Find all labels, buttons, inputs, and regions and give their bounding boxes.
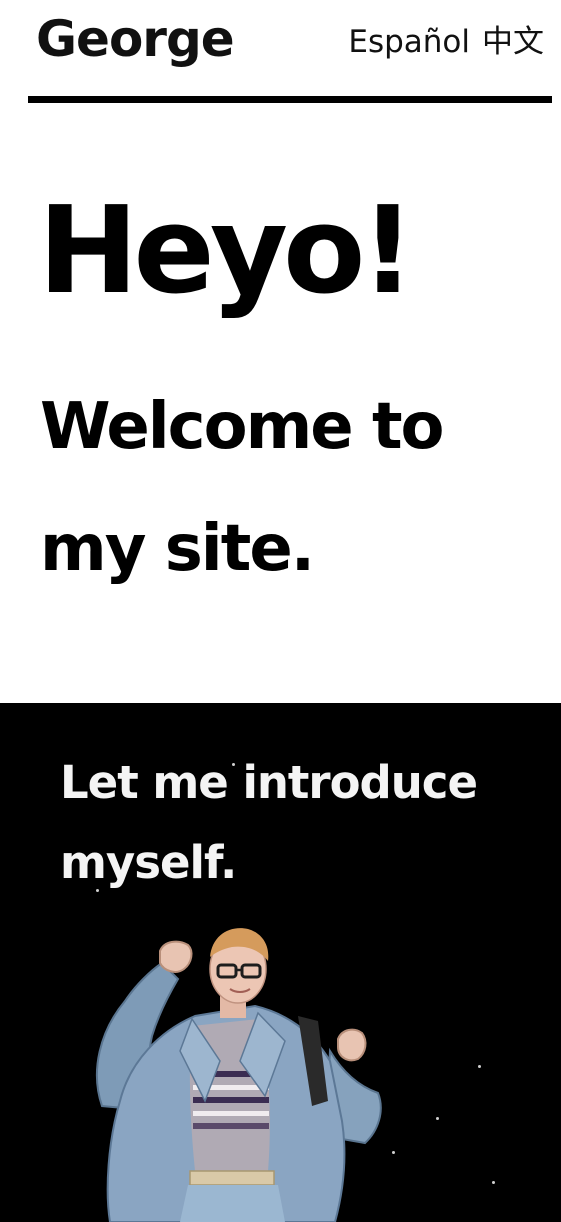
right-fist [337, 1028, 367, 1062]
intro-section: Let me introduce myself. [0, 703, 561, 1222]
page: George Español 中文 Heyo! Welcome to my si… [0, 0, 561, 1222]
jeans [180, 1185, 285, 1222]
shirt-stripe [193, 1123, 269, 1129]
site-name-link[interactable]: George [36, 8, 235, 70]
intro-heading: Let me introduce myself. [60, 756, 478, 889]
left-fist [159, 940, 193, 973]
language-link-chinese[interactable]: 中文 [482, 22, 544, 62]
hero-section: Heyo! Welcome to my site. [0, 104, 561, 703]
background-speck [478, 1065, 481, 1068]
background-speck [492, 1181, 495, 1184]
language-switcher: Español 中文 [348, 22, 544, 62]
portrait-photo [95, 928, 382, 1222]
background-speck [232, 763, 235, 766]
language-link-spanish[interactable]: Español [348, 22, 470, 62]
hero-heading: Heyo! [38, 182, 415, 321]
hero-subheading: Welcome to my site. [40, 390, 445, 586]
header-divider [28, 96, 552, 103]
shirt-stripe [193, 1111, 269, 1116]
background-speck [96, 889, 99, 892]
site-header: George Español 中文 [28, 0, 552, 104]
belt [189, 1170, 275, 1186]
background-speck [436, 1117, 439, 1120]
